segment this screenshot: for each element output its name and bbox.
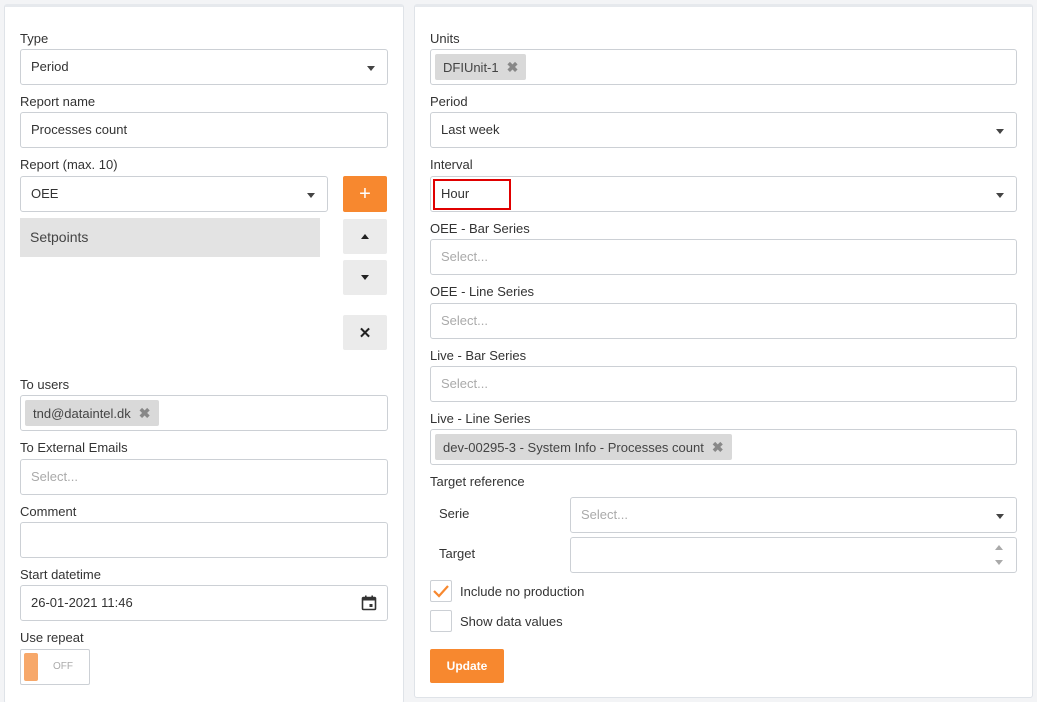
calendar-icon[interactable] bbox=[361, 595, 377, 614]
target-number-input[interactable] bbox=[570, 537, 1017, 573]
add-report-button[interactable]: + bbox=[343, 176, 387, 212]
plus-icon: + bbox=[359, 182, 371, 205]
update-button-label: Update bbox=[446, 659, 488, 673]
update-button[interactable]: Update bbox=[430, 649, 504, 683]
chevron-down-icon bbox=[996, 129, 1004, 134]
include-no-production-label: Include no production bbox=[460, 584, 585, 599]
type-select[interactable]: Period bbox=[20, 49, 388, 85]
interval-label: Interval bbox=[430, 157, 473, 172]
interval-value: Hour bbox=[441, 186, 470, 201]
include-no-production-checkbox[interactable] bbox=[430, 580, 452, 602]
use-repeat-label: Use repeat bbox=[20, 630, 84, 645]
toggle-state-text: OFF bbox=[53, 661, 73, 672]
arrow-up-icon bbox=[361, 234, 369, 239]
user-tag-label: tnd@dataintel.dk bbox=[33, 405, 131, 421]
period-label: Period bbox=[430, 94, 468, 109]
interval-select[interactable]: Hour bbox=[430, 176, 1017, 212]
show-data-values-label: Show data values bbox=[460, 614, 563, 629]
live-bar-select[interactable]: Select... bbox=[430, 366, 1017, 402]
series-tag: dev-00295-3 - System Info - Processes co… bbox=[435, 434, 732, 460]
report-select[interactable]: OEE bbox=[20, 176, 328, 212]
live-line-label: Live - Line Series bbox=[430, 411, 531, 426]
remove-tag-icon[interactable]: ✖ bbox=[712, 439, 724, 456]
units-label: Units bbox=[430, 31, 460, 46]
oee-line-placeholder: Select... bbox=[441, 313, 488, 328]
target-reference-label: Target reference bbox=[430, 474, 525, 489]
live-line-select[interactable]: dev-00295-3 - System Info - Processes co… bbox=[430, 429, 1017, 465]
report-name-label: Report name bbox=[20, 94, 96, 109]
live-bar-label: Live - Bar Series bbox=[430, 348, 527, 363]
chevron-down-icon bbox=[307, 193, 315, 198]
chevron-down-icon bbox=[996, 193, 1004, 198]
report-value: OEE bbox=[31, 186, 59, 201]
report-list-item[interactable]: Setpoints bbox=[20, 218, 320, 257]
chevron-down-icon bbox=[996, 514, 1004, 519]
report-name-input[interactable]: Processes count bbox=[20, 112, 388, 148]
oee-bar-label: OEE - Bar Series bbox=[430, 221, 530, 236]
oee-bar-placeholder: Select... bbox=[441, 249, 488, 264]
start-datetime-input[interactable]: 26-01-2021 11:46 bbox=[20, 585, 388, 621]
start-datetime-value: 26-01-2021 11:46 bbox=[31, 595, 133, 610]
oee-line-label: OEE - Line Series bbox=[430, 284, 535, 299]
target-label: Target bbox=[439, 546, 476, 561]
close-icon: ✕ bbox=[358, 324, 372, 342]
remove-tag-icon[interactable]: ✖ bbox=[507, 59, 519, 76]
show-data-values-checkbox[interactable] bbox=[430, 610, 452, 632]
period-value: Last week bbox=[441, 122, 500, 137]
move-down-button[interactable] bbox=[343, 260, 387, 295]
period-select[interactable]: Last week bbox=[430, 112, 1017, 148]
serie-placeholder: Select... bbox=[581, 507, 628, 522]
external-emails-input[interactable]: Select... bbox=[20, 459, 388, 495]
oee-line-select[interactable]: Select... bbox=[430, 303, 1017, 339]
comment-input[interactable] bbox=[20, 522, 388, 558]
user-tag: tnd@dataintel.dk ✖ bbox=[25, 400, 159, 426]
toggle-knob bbox=[24, 653, 38, 681]
live-bar-placeholder: Select... bbox=[441, 376, 488, 391]
report-name-value: Processes count bbox=[31, 122, 128, 137]
external-emails-label: To External Emails bbox=[20, 440, 128, 455]
oee-bar-select[interactable]: Select... bbox=[430, 239, 1017, 275]
type-label: Type bbox=[20, 31, 49, 46]
decrement-icon[interactable] bbox=[995, 560, 1003, 565]
serie-label: Serie bbox=[439, 506, 470, 521]
external-emails-placeholder: Select... bbox=[31, 469, 78, 484]
to-users-select[interactable]: tnd@dataintel.dk ✖ bbox=[20, 395, 388, 431]
to-users-label: To users bbox=[20, 377, 70, 392]
comment-label: Comment bbox=[20, 504, 77, 519]
report-label: Report (max. 10) bbox=[20, 157, 118, 172]
checkmark-icon bbox=[433, 585, 449, 598]
units-select[interactable]: DFIUnit-1 ✖ bbox=[430, 49, 1017, 85]
move-up-button[interactable] bbox=[343, 219, 387, 254]
remove-tag-icon[interactable]: ✖ bbox=[139, 405, 151, 422]
chevron-down-icon bbox=[367, 66, 375, 71]
report-list-item-label: Setpoints bbox=[30, 229, 89, 245]
type-value: Period bbox=[31, 59, 69, 74]
unit-tag: DFIUnit-1 ✖ bbox=[435, 54, 527, 80]
unit-tag-label: DFIUnit-1 bbox=[443, 59, 499, 75]
arrow-down-icon bbox=[361, 275, 369, 280]
use-repeat-toggle[interactable]: OFF bbox=[20, 649, 90, 685]
start-datetime-label: Start datetime bbox=[20, 567, 101, 582]
serie-select[interactable]: Select... bbox=[570, 497, 1017, 533]
series-tag-label: dev-00295-3 - System Info - Processes co… bbox=[443, 439, 704, 455]
increment-icon[interactable] bbox=[995, 545, 1003, 550]
remove-report-button[interactable]: ✕ bbox=[343, 315, 387, 350]
